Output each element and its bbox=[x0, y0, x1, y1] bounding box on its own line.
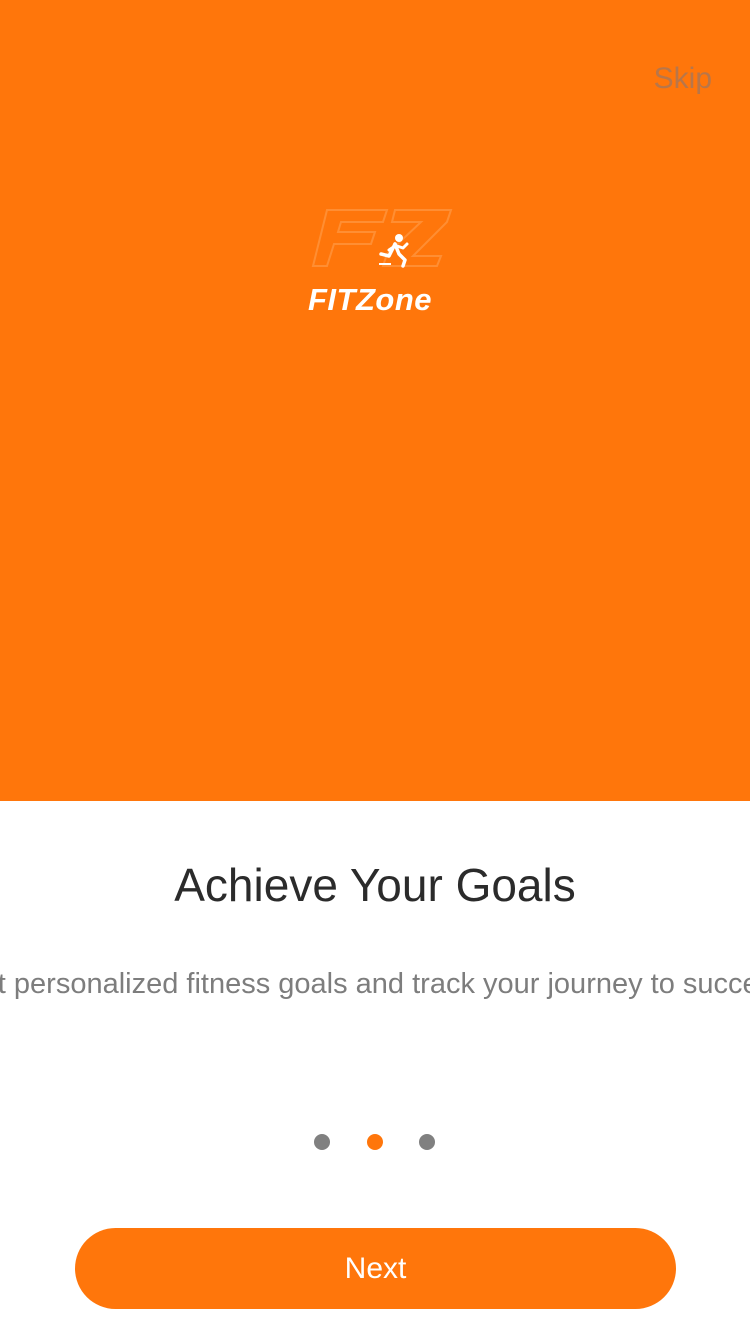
next-button[interactable]: Next bbox=[75, 1228, 676, 1309]
onboarding-description: Set personalized fitness goals and track… bbox=[0, 968, 750, 1000]
running-person-icon bbox=[379, 234, 409, 268]
page-dot-1[interactable] bbox=[314, 1134, 330, 1150]
page-dot-2-active[interactable] bbox=[367, 1134, 383, 1150]
logo-wordmark: FITZone bbox=[307, 282, 433, 317]
hero-banner: Skip FITZone bbox=[0, 0, 750, 801]
fitzone-logo: FITZone bbox=[295, 204, 455, 320]
onboarding-title: Achieve Your Goals bbox=[174, 859, 576, 911]
onboarding-screen: Skip FITZone Achieve Your Goals Set pers… bbox=[0, 0, 750, 1334]
logo-mark bbox=[311, 209, 453, 268]
page-indicator bbox=[314, 1134, 436, 1150]
skip-button[interactable]: Skip bbox=[654, 62, 712, 96]
page-dot-3[interactable] bbox=[419, 1134, 435, 1150]
